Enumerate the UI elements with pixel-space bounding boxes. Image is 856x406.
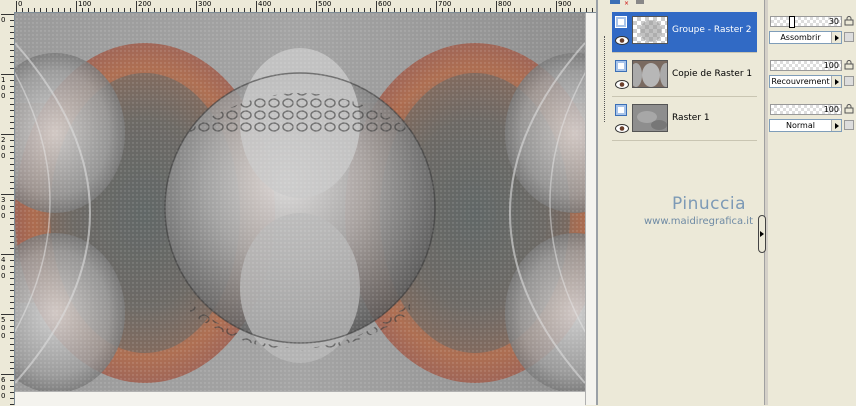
artwork (15, 13, 585, 391)
ruler-label: 0 (1, 392, 6, 400)
ruler-tick (1, 254, 14, 255)
ruler-tick (76, 1, 77, 12)
ruler-label: 200 (138, 0, 152, 8)
ruler-tick (1, 374, 14, 375)
ruler-label: 5 (1, 316, 6, 324)
ruler-label: 0 (1, 272, 6, 280)
opacity-value: 30 (828, 17, 839, 26)
eye-icon[interactable] (615, 36, 629, 45)
layer-thumbnail (632, 60, 668, 88)
ruler-label: 0 (1, 84, 6, 92)
layer-name: Copie de Raster 1 (672, 69, 753, 79)
layer-group-line (604, 36, 605, 122)
mask-icon[interactable] (844, 76, 854, 86)
ruler-label: 0 (1, 152, 6, 160)
opacity-value: 100 (823, 61, 839, 70)
ruler-tick (1, 134, 14, 135)
delete-layer-icon: × (624, 0, 629, 6)
ruler-tick (436, 1, 437, 12)
ruler-label: 0 (1, 264, 6, 272)
layer-name: Raster 1 (672, 113, 710, 123)
chevron-right-icon[interactable] (831, 76, 841, 87)
ruler-label: 800 (498, 0, 512, 8)
raster-layer-icon (615, 60, 627, 72)
ruler-tick (136, 1, 137, 12)
opacity-value: 100 (823, 105, 839, 114)
layer-name: Groupe - Raster 2 (672, 25, 752, 35)
blend-mode-select[interactable]: Normal (769, 119, 842, 132)
ruler-label: 6 (1, 376, 6, 384)
ruler-tick (1, 314, 14, 315)
layer-row-copie-raster-1[interactable]: Copie de Raster 1 (612, 56, 757, 97)
ruler-label: 100 (78, 0, 92, 8)
opacity-slider[interactable]: 100 (770, 60, 842, 71)
mask-icon[interactable] (844, 32, 854, 42)
ruler-tick (196, 1, 197, 12)
ruler-label: 0 (1, 144, 6, 152)
ruler-label: 0 (1, 384, 6, 392)
ruler-tick (316, 1, 317, 12)
watermark-title: Pinuccia (672, 194, 746, 214)
ruler-label: 1 (1, 76, 6, 84)
layer-row-groupe-raster-2[interactable]: Groupe - Raster 2 (612, 12, 757, 53)
eye-icon[interactable] (615, 80, 629, 89)
ruler-label: 3 (1, 196, 6, 204)
ruler-label: 0 (1, 92, 6, 100)
ruler-label: 0 (1, 332, 6, 340)
mask-icon[interactable] (844, 120, 854, 130)
blend-mode-value: Normal (786, 121, 815, 130)
new-layer-icon (610, 0, 620, 4)
lock-icon[interactable] (844, 60, 854, 70)
ruler-tick (16, 1, 17, 12)
ruler-label: 0 (18, 0, 23, 8)
ruler-label: 0 (1, 16, 6, 24)
layers-toolbar: × (598, 0, 764, 6)
ruler-tick (256, 1, 257, 12)
blend-mode-value: Recouvrement (771, 77, 830, 86)
blend-mode-select[interactable]: Recouvrement (769, 75, 842, 88)
watermark-url: www.maidiregrafica.it (644, 216, 754, 227)
ruler-tick (556, 1, 557, 12)
opacity-slider[interactable]: 30 (770, 16, 842, 28)
raster-layer-icon (615, 16, 627, 28)
eye-icon[interactable] (615, 124, 629, 133)
ruler-label: 0 (1, 212, 6, 220)
layer-thumbnail (632, 104, 668, 132)
ruler-tick (1, 74, 14, 75)
ruler-label: 600 (378, 0, 392, 8)
link-icon (636, 0, 644, 4)
layer-row-raster-1[interactable]: Raster 1 (612, 100, 757, 141)
layer-properties-raster-1: 100 Normal (768, 100, 856, 141)
ruler-tick (1, 14, 14, 15)
ruler-label: 700 (438, 0, 452, 8)
blend-mode-select[interactable]: Assombrir (769, 31, 842, 44)
lock-icon[interactable] (844, 16, 854, 26)
chevron-right-icon[interactable] (831, 32, 841, 43)
ruler-label: 300 (198, 0, 212, 8)
horizontal-scrollbar[interactable] (15, 391, 585, 406)
panel-collapse-button[interactable] (758, 215, 766, 253)
layer-properties-copie-raster-1: 100 Recouvrement (768, 56, 856, 97)
layer-properties-groupe-raster-2: 30 Assombrir (768, 12, 856, 53)
ruler-label: 400 (258, 0, 272, 8)
document-image[interactable] (15, 13, 585, 391)
chevron-right-icon[interactable] (831, 120, 841, 131)
ruler-tick (496, 1, 497, 12)
ruler-label: 900 (558, 0, 572, 8)
lock-icon[interactable] (844, 104, 854, 114)
raster-layer-icon (615, 104, 627, 116)
ruler-label: 500 (318, 0, 332, 8)
opacity-slider[interactable]: 100 (770, 104, 842, 115)
ruler-label: 2 (1, 136, 6, 144)
blend-mode-value: Assombrir (780, 33, 821, 42)
opacity-slider-handle[interactable] (789, 16, 795, 28)
ruler-label: 4 (1, 256, 6, 264)
ruler-label: 0 (1, 324, 6, 332)
layer-thumbnail (632, 16, 668, 44)
ruler-tick (376, 1, 377, 12)
ruler-tick (1, 194, 14, 195)
vertical-ruler: 0100200300400500600 (0, 12, 15, 405)
ruler-label: 0 (1, 204, 6, 212)
